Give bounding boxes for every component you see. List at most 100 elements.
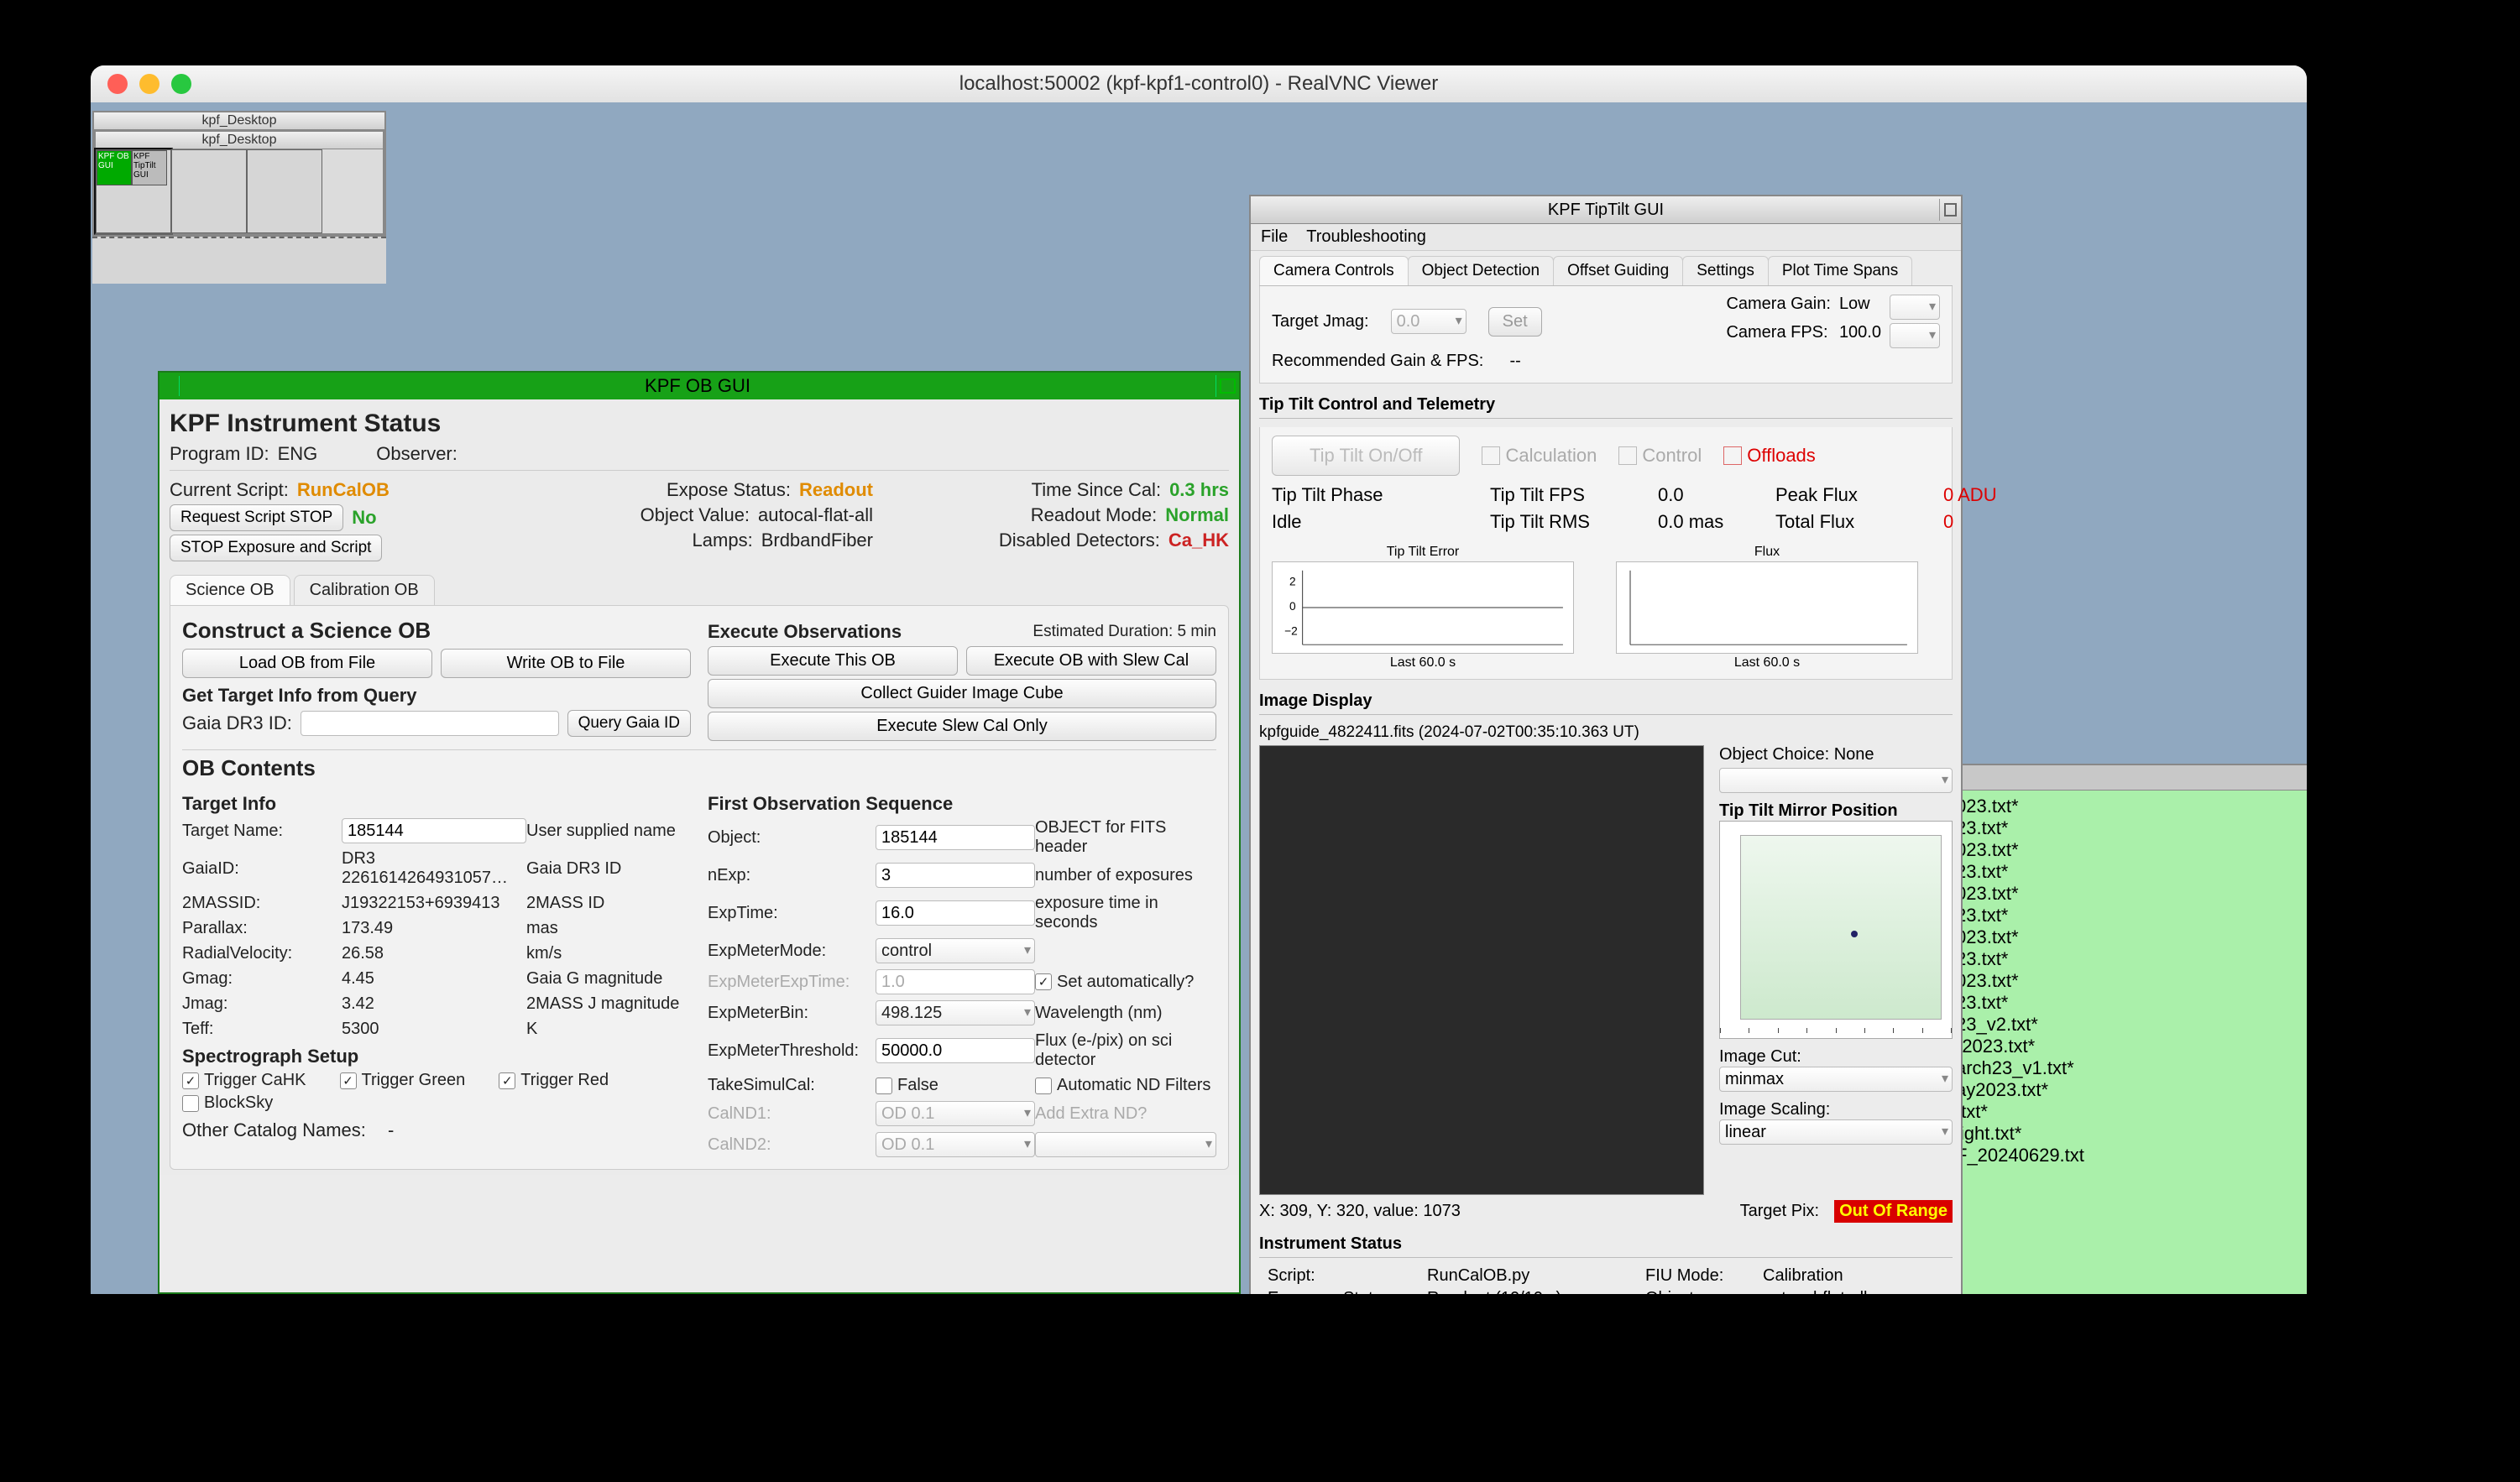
image-cut-label: Image Cut: <box>1719 1047 1953 1067</box>
nexp-input[interactable] <box>876 863 1035 888</box>
tiptilt-onoff-button[interactable]: Tip Tilt On/Off <box>1272 436 1460 476</box>
stop-exposure-button[interactable]: STOP Exposure and Script <box>170 535 382 561</box>
menu-troubleshooting[interactable]: Troubleshooting <box>1306 227 1426 247</box>
image-cut-select[interactable]: minmax <box>1719 1067 1953 1092</box>
desktop-pager[interactable]: kpf_Desktop kpf_Desktop KPF OBGUI KPFTip… <box>92 111 386 284</box>
tab-science-ob[interactable]: Science OB <box>170 575 290 605</box>
tab-calibration-ob[interactable]: Calibration OB <box>294 575 435 605</box>
expmeterexptime-input <box>876 969 1035 994</box>
expmeterthreshold-input[interactable] <box>876 1038 1035 1063</box>
program-id-label: Program ID: <box>170 443 269 465</box>
execute-this-ob-button[interactable]: Execute This OB <box>708 646 958 676</box>
tiptilt-fps-label: Tip Tilt FPS <box>1490 484 1658 506</box>
peak-flux-value: 0 ADU <box>1943 484 2044 506</box>
object-value-label: Object Value: <box>640 504 750 526</box>
target-name-input[interactable] <box>342 818 526 843</box>
plot-flux-xlabel: Last 60.0 s <box>1616 655 1918 671</box>
catalog-names-label: Other Catalog Names: <box>182 1119 366 1141</box>
camera-gain-label: Camera Gain: <box>1726 295 1831 320</box>
exposure-status-label: Exposure Status: <box>1268 1289 1427 1294</box>
lamps-label: Lamps: <box>693 530 753 551</box>
pager-workspace-1[interactable]: KPF OBGUI KPFTipTiltGUI <box>96 149 171 233</box>
parallax-value: 173.49 <box>342 919 526 938</box>
exptime-input[interactable] <box>876 900 1035 926</box>
object2-value: autocal-flat-all <box>1763 1289 1944 1294</box>
plot-tiptilt-error-xlabel: Last 60.0 s <box>1272 655 1574 671</box>
set-automatically-checkbox[interactable]: ✓Set automatically? <box>1035 973 1216 992</box>
calculation-checkbox: Calculation <box>1482 445 1597 467</box>
construct-heading: Construct a Science OB <box>182 618 691 644</box>
image-scaling-select[interactable]: linear <box>1719 1119 1953 1145</box>
takesimulcal-checkbox[interactable]: False <box>876 1076 1035 1095</box>
estimated-duration: Estimated Duration: 5 min <box>1033 623 1216 641</box>
tab-settings[interactable]: Settings <box>1682 256 1769 285</box>
gaia-id-input[interactable] <box>301 711 559 736</box>
window-menu-icon[interactable] <box>1251 199 1273 221</box>
trigger-green-checkbox[interactable]: ✓Trigger Green <box>340 1071 466 1090</box>
kpf-ob-gui-window[interactable]: KPF OB GUI KPF Instrument Status Program… <box>158 371 1241 1294</box>
tab-camera-controls[interactable]: Camera Controls <box>1259 256 1409 285</box>
target-info-heading: Target Info <box>182 793 691 815</box>
image-display-heading: Image Display <box>1259 691 1953 711</box>
tiptilt-fps-value: 0.0 <box>1658 484 1775 506</box>
object-value-value: autocal-flat-all <box>758 504 873 526</box>
twomassid-value: J19322153+6939413 <box>342 894 526 913</box>
exposure-status-value: Readout (10/10 s) <box>1427 1289 1645 1294</box>
guider-image-view[interactable] <box>1259 745 1704 1195</box>
fiu-mode-label: FIU Mode: <box>1645 1266 1763 1286</box>
collect-guider-button[interactable]: Collect Guider Image Cube <box>708 679 1216 708</box>
remote-desktop[interactable]: kpf_Desktop kpf_Desktop KPF OBGUI KPFTip… <box>91 102 2307 1294</box>
image-scaling-label: Image Scaling: <box>1719 1100 1953 1119</box>
window-menu-icon[interactable] <box>159 376 180 396</box>
total-flux-value: 0 <box>1943 511 2044 533</box>
time-since-cal-value: 0.3 hrs <box>1169 479 1229 501</box>
readout-mode-value: Normal <box>1165 504 1229 526</box>
tiptilt-phase-label: Tip Tilt Phase <box>1272 484 1490 506</box>
calnd2-select: OD 0.1 <box>876 1132 1035 1157</box>
menu-file[interactable]: File <box>1261 227 1288 247</box>
blocksky-checkbox[interactable]: BlockSky <box>182 1093 273 1113</box>
fiu-mode-value: Calibration <box>1763 1266 1944 1286</box>
write-ob-button[interactable]: Write OB to File <box>441 649 691 678</box>
svg-text:−2: −2 <box>1284 624 1298 637</box>
trigger-red-checkbox[interactable]: ✓Trigger Red <box>499 1071 609 1090</box>
execute-slew-only-button[interactable]: Execute Slew Cal Only <box>708 712 1216 741</box>
tab-offset-guiding[interactable]: Offset Guiding <box>1553 256 1683 285</box>
pager-workspace-3[interactable] <box>247 149 322 233</box>
pager-workspace-2[interactable] <box>171 149 247 233</box>
plot-tiptilt-error: 20−2 <box>1272 561 1574 654</box>
mac-window-title: localhost:50002 (kpf-kpf1-control0) - Re… <box>91 72 2307 96</box>
terminal-window[interactable]: 023.txt*23.txt*023.txt* 23.txt*023.txt*2… <box>1946 764 2307 1294</box>
object-choice-select[interactable] <box>1719 768 1953 793</box>
tiptilt-rms-value: 0.0 mas <box>1658 511 1775 533</box>
svg-text:0: 0 <box>1289 600 1296 613</box>
stop-flag-value: No <box>352 507 376 529</box>
tab-object-detection[interactable]: Object Detection <box>1408 256 1554 285</box>
query-gaia-button[interactable]: Query Gaia ID <box>567 710 691 737</box>
tab-plot-time-spans[interactable]: Plot Time Spans <box>1768 256 1912 285</box>
plot-flux-title: Flux <box>1616 545 1918 560</box>
auto-nd-checkbox[interactable]: Automatic ND Filters <box>1035 1076 1216 1095</box>
load-ob-button[interactable]: Load OB from File <box>182 649 432 678</box>
target-jmag-label: Target Jmag: <box>1272 312 1369 331</box>
first-observation-heading: First Observation Sequence <box>708 793 1216 815</box>
trigger-cahk-checkbox[interactable]: ✓Trigger CaHK <box>182 1071 306 1090</box>
window-maximize-icon[interactable] <box>1939 199 1961 221</box>
execute-ob-slew-button[interactable]: Execute OB with Slew Cal <box>966 646 1216 676</box>
object-input[interactable] <box>876 825 1035 850</box>
expmeterbin-select[interactable]: 498.125 <box>876 1000 1035 1025</box>
camera-fps-select[interactable] <box>1890 323 1940 348</box>
kpf-tiptilt-window[interactable]: KPF TipTilt GUI File Troubleshooting Cam… <box>1249 195 1963 1294</box>
request-script-stop-button[interactable]: Request Script STOP <box>170 504 343 531</box>
terminal-body[interactable]: 023.txt*23.txt*023.txt* 23.txt*023.txt*2… <box>1948 791 2307 1294</box>
object-choice-label: Object Choice: <box>1719 745 1829 764</box>
mac-titlebar: localhost:50002 (kpf-kpf1-control0) - Re… <box>91 65 2307 102</box>
offloads-checkbox: Offloads <box>1723 445 1816 467</box>
pager-title-inner: kpf_Desktop <box>96 132 383 149</box>
cursor-coord-label: X: 309, Y: 320, value: 1073 <box>1259 1202 1461 1221</box>
camera-gain-select[interactable] <box>1890 295 1940 320</box>
window-maximize-icon[interactable] <box>1216 375 1239 397</box>
plot-flux <box>1616 561 1918 654</box>
expmetermode-select[interactable]: control <box>876 938 1035 963</box>
set-button: Set <box>1488 307 1542 337</box>
